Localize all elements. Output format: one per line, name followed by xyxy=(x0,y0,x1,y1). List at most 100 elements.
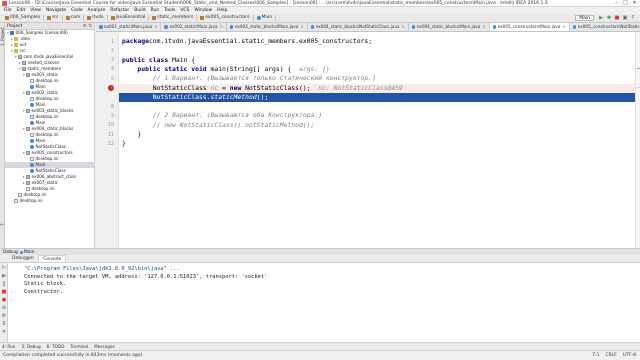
line-separator[interactable]: CRLF xyxy=(606,353,617,358)
code-line[interactable]: // 2 Вариант. (Вызываются оба Конструкто… xyxy=(122,111,322,120)
editor-tab[interactable]: ex005_constructors\Main.java ✕ xyxy=(489,23,570,31)
sdk-icon[interactable]: ▣ xyxy=(622,15,628,21)
menu-code[interactable]: Code xyxy=(71,8,83,13)
code-token: staticMethod xyxy=(210,92,257,101)
debug-header: Debug Main xyxy=(0,248,640,255)
class-icon xyxy=(572,25,577,29)
crumb-javaessential[interactable]: javaEssential xyxy=(108,15,150,21)
menu-file[interactable]: File xyxy=(4,8,12,13)
code-line[interactable]: NotStaticClass nc = new NotStaticClass()… xyxy=(122,84,403,93)
folder-icon xyxy=(65,16,70,20)
debug-icon[interactable]: ✱ xyxy=(606,15,612,21)
project-panel-title: Project xyxy=(7,23,23,29)
menu-edit[interactable]: Edit xyxy=(17,8,26,13)
class-icon xyxy=(30,163,34,167)
line-number: 5 xyxy=(110,75,114,82)
code-token: NotStaticClass. xyxy=(122,92,211,101)
close-icon[interactable]: ✕ xyxy=(1,329,7,335)
tab-debugger[interactable]: Debugger xyxy=(8,255,38,262)
menu-refactor[interactable]: Refactor xyxy=(110,8,129,13)
code-line[interactable]: NotStaticClass.staticMethod(); xyxy=(122,93,268,102)
editor-gutter[interactable]: 1 2 3 4 5 6 7 8 9 10 11 12 xyxy=(96,32,119,248)
view-breakpoints-icon[interactable]: ● xyxy=(1,297,7,303)
tab-debug[interactable]: 5: Debug xyxy=(21,344,40,349)
crumb-itvdn[interactable]: itvdn xyxy=(84,15,108,21)
console-output[interactable]: "C:\Program Files\Java\jdk1.8.0_92\bin\j… xyxy=(8,263,640,342)
close-tab-icon[interactable]: ✕ xyxy=(402,23,405,31)
code-line[interactable]: packagecom.itvdn.javaEssential.static_me… xyxy=(122,37,372,46)
editor-tab[interactable]: ex003_static_blocks\Main.java ✕ xyxy=(226,23,308,31)
run-config-select[interactable]: Main xyxy=(575,15,594,21)
caret-position[interactable]: 7:1 xyxy=(592,353,599,358)
close-tab-icon[interactable]: ✕ xyxy=(562,23,565,31)
code-token: } xyxy=(122,130,142,138)
tab-console[interactable]: Console xyxy=(38,255,67,262)
code-line[interactable]: } xyxy=(122,139,126,148)
editor-marker-strip[interactable] xyxy=(635,32,640,248)
stop-icon[interactable]: ■ xyxy=(1,289,7,295)
maximize-icon[interactable]: □ xyxy=(621,0,630,6)
crumb-static-members[interactable]: static_members xyxy=(149,15,198,21)
panel-settings-icon[interactable]: ⚙ ⇅ xyxy=(83,24,92,29)
debug-session-tab[interactable]: Main xyxy=(19,250,35,255)
stop-icon[interactable]: ■ xyxy=(614,15,620,21)
debug-side-toolbar: ↻ ▶ ‖ ■ ● ⊘ ⚙ ⊼ ✕ xyxy=(0,263,8,342)
menu-run[interactable]: Run xyxy=(151,8,160,13)
close-tab-icon[interactable]: ✕ xyxy=(220,23,223,31)
code-token: com.itvdn.javaEssential.static_members.e… xyxy=(148,37,373,45)
resume-icon[interactable]: ▶ xyxy=(1,273,7,279)
package-icon xyxy=(26,91,30,95)
help-icon[interactable]: ? xyxy=(630,15,636,21)
menu-analyze[interactable]: Analyze xyxy=(88,8,106,13)
close-tab-icon[interactable]: ✕ xyxy=(154,23,157,31)
title-bar: Lesson06 - [D:\Course\Java Essential Cou… xyxy=(0,0,640,7)
editor-tab[interactable]: ex004_static_blocks\Main.java ✕ xyxy=(408,23,490,31)
crumb-project[interactable]: 006_Samples xyxy=(2,15,45,21)
menu-view[interactable]: View xyxy=(30,8,41,13)
package-icon xyxy=(26,73,30,77)
menu-help[interactable]: Help xyxy=(217,8,227,13)
code-line[interactable]: public class Main { xyxy=(122,56,195,65)
close-tab-icon[interactable]: ✕ xyxy=(482,23,485,31)
editor-tab[interactable]: ex004_static_blocks\NotStaticClass.java ✕ xyxy=(307,23,409,31)
menu-build[interactable]: Build xyxy=(134,8,145,13)
tab-messages[interactable]: Messages xyxy=(94,344,115,349)
rerun-icon[interactable]: ↻ xyxy=(1,265,7,271)
code-line[interactable]: // 1 Вариант. (Вызывается только Статиче… xyxy=(122,74,376,83)
code-line[interactable]: // new NotStaticClass().notStaticMethod(… xyxy=(122,121,315,130)
menu-window[interactable]: Window xyxy=(194,8,212,13)
editor-tab-label: ex001_static\Main.java xyxy=(104,24,153,29)
crumb-src[interactable]: src xyxy=(44,15,63,21)
run-icon[interactable]: ▶ xyxy=(598,15,604,21)
code-editor[interactable]: 1 2 3 4 5 6 7 8 9 10 11 12 packagecom.itvdn.javaEss… xyxy=(96,32,640,248)
close-tab-icon[interactable]: ✕ xyxy=(300,23,303,31)
menu-tools[interactable]: Tools xyxy=(164,8,175,13)
pause-icon[interactable]: ‖ xyxy=(1,281,7,287)
tab-terminal[interactable]: Terminal xyxy=(70,344,88,349)
tool-window-bar: 4: Run 5: Debug 6: TODO Terminal Message… xyxy=(0,342,640,350)
crumb-ex005[interactable]: ex005_constructors xyxy=(197,15,254,21)
crumb-com[interactable]: com xyxy=(63,15,85,21)
editor-tab[interactable]: ex005_constructors\NotStaticClass.java✕ xyxy=(569,23,640,31)
code-line[interactable]: public static void main(String[] args) {… xyxy=(122,65,329,74)
tab-run[interactable]: 4: Run xyxy=(2,344,15,349)
mute-breakpoints-icon[interactable]: ⊘ xyxy=(1,305,7,311)
menu-vcs[interactable]: VCS xyxy=(180,8,189,13)
settings-icon[interactable]: ⚙ xyxy=(1,313,7,319)
menu-navigate[interactable]: Navigate xyxy=(46,8,66,13)
class-icon xyxy=(164,25,168,29)
class-icon xyxy=(30,121,34,125)
class-icon xyxy=(492,25,497,29)
crumb-main[interactable]: Main xyxy=(254,15,277,21)
editor-tab[interactable]: ex002_static\Main.java ✕ xyxy=(161,23,227,31)
file-encoding[interactable]: UTF-8 xyxy=(623,353,636,358)
pin-icon[interactable]: ⊼ xyxy=(1,321,7,327)
tab-todo[interactable]: 6: TODO xyxy=(47,344,65,349)
tree-item[interactable]: desktop.ini xyxy=(5,198,94,204)
minimize-icon[interactable]: – xyxy=(612,0,621,6)
close-icon[interactable]: ✕ xyxy=(630,0,639,6)
code-line[interactable]: } xyxy=(122,130,141,139)
editor-tab[interactable]: ex001_static\Main.java ✕ xyxy=(96,23,162,31)
line-number: 8 xyxy=(110,103,114,110)
